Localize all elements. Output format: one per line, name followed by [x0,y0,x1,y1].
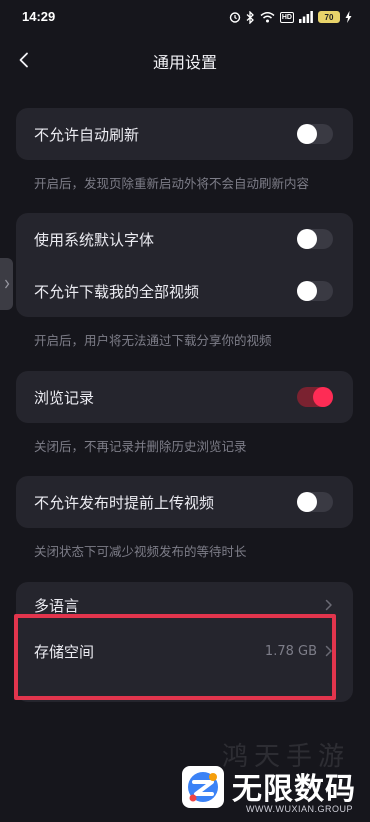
alarm-icon [229,12,241,23]
watermark: 鸿天手游 无限数码 WWW.WUXIAN.GROUP [174,742,370,822]
auto-refresh-row: 不允许自动刷新 [16,108,353,160]
browse-history-label: 浏览记录 [34,388,95,407]
pre-upload-toggle[interactable] [297,492,333,512]
language-storage-card: 多语言 存储空间 1.78 GB [16,582,353,702]
wifi-icon [260,12,275,23]
no-download-label: 不允许下载我的全部视频 [34,282,200,301]
browse-history-row: 浏览记录 [16,371,353,423]
system-font-row: 使用系统默认字体 [16,213,353,265]
font-download-card: 使用系统默认字体 不允许下载我的全部视频 [16,213,353,317]
language-row[interactable]: 多语言 [16,582,353,628]
battery-icon: 70 [318,11,340,23]
chevron-right-small-icon [4,279,9,289]
no-download-toggle[interactable] [297,281,333,301]
storage-value: 1.78 GB [264,643,317,659]
browse-history-card: 浏览记录 [16,371,353,423]
system-font-toggle[interactable] [297,229,333,249]
language-label: 多语言 [34,596,80,615]
toggle-knob [297,229,317,249]
pre-upload-card: 不允许发布时提前上传视频 [16,476,353,528]
toggle-knob [313,387,333,407]
system-font-label: 使用系统默认字体 [34,230,155,249]
no-download-row: 不允许下载我的全部视频 [16,265,353,317]
page-title: 通用设置 [152,53,217,72]
auto-refresh-caption: 开启后，发现页除重新启动外将不会自动刷新内容 [34,176,310,191]
pre-upload-label: 不允许发布时提前上传视频 [34,493,215,512]
auto-refresh-label: 不允许自动刷新 [34,125,140,144]
watermark-url: WWW.WUXIAN.GROUP [246,804,353,814]
toggle-knob [297,492,317,512]
browse-history-toggle[interactable] [297,387,333,407]
charging-icon [345,11,352,23]
watermark-logo-icon [182,766,224,808]
hd-badge: HD [279,11,294,23]
watermark-title: 无限数码 [232,772,356,807]
side-drawer-handle[interactable] [0,258,13,310]
bluetooth-icon [246,10,254,24]
toggle-knob [297,124,317,144]
chevron-right-icon [325,645,332,657]
toggle-knob [297,281,317,301]
pre-upload-caption: 关闭状态下可减少视频发布的等待时长 [34,544,247,559]
chevron-right-icon [325,599,332,611]
auto-refresh-toggle[interactable] [297,124,333,144]
browse-history-caption: 关闭后，不再记录并删除历史浏览记录 [34,439,247,454]
auto-refresh-card: 不允许自动刷新 [16,108,353,160]
status-time: 14:29 [22,9,56,24]
no-download-caption: 开启后，用户将无法通过下载分享你的视频 [34,333,272,348]
signal-icon [299,11,313,23]
status-icons: HD 70 [229,9,352,25]
storage-row[interactable]: 存储空间 1.78 GB [16,628,353,674]
pre-upload-row: 不允许发布时提前上传视频 [16,476,353,528]
status-bar: 14:29 HD 70 [0,0,370,34]
settings-page: 14:29 HD 70 通用设置 不允许自动刷新 开启后，发现页除重新启动外将不… [0,0,370,822]
storage-label: 存储空间 [34,642,95,661]
nav-header: 通用设置 [0,40,370,80]
